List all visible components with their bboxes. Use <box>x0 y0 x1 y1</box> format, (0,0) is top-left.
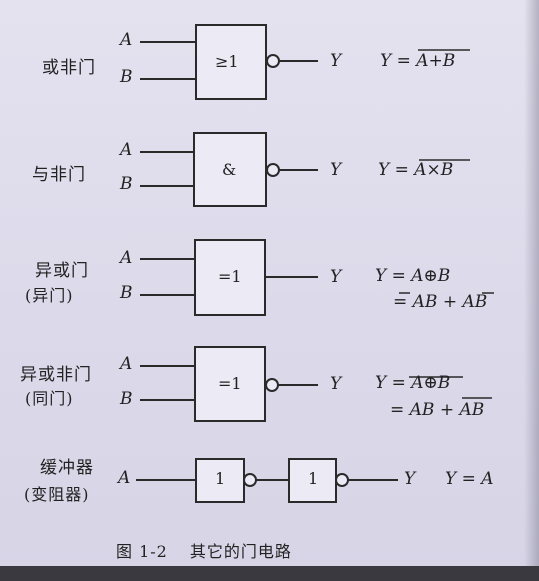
row2-equation: Y = A×B <box>378 160 454 180</box>
row1-gate-name: 或非门 <box>42 58 96 78</box>
row1-gate-symbol: ≥1 <box>215 52 239 71</box>
row5-gate2-symbol: 1 <box>308 469 319 488</box>
row5-gate1-symbol: 1 <box>215 469 226 488</box>
row4-gate-alias: (同门) <box>25 389 74 408</box>
row5-gate-name: 缓冲器 <box>40 458 94 478</box>
row3-input-b: B <box>120 283 133 303</box>
row2-input-a: A <box>120 140 133 160</box>
row3-gate-name: 异或门 <box>35 261 89 281</box>
row5-input-a: A <box>118 468 131 488</box>
figure-number: 图 1-2 <box>116 542 168 561</box>
row2-output: Y <box>330 160 342 180</box>
row5-output: Y <box>404 469 416 489</box>
row4-equation-expanded: = AB + AB <box>390 400 485 420</box>
row3-equation-expanded: = AB + AB <box>393 292 488 312</box>
row2-gate-symbol: & <box>222 160 237 179</box>
row4-output: Y <box>330 374 342 394</box>
figure-caption: 图 1-2 其它的门电路 <box>116 538 314 562</box>
row3-gate-alias: (异门) <box>25 286 74 305</box>
row4-gate-symbol: =1 <box>218 374 242 393</box>
row1-input-a: A <box>120 30 133 50</box>
row1-input-b: B <box>120 67 133 87</box>
row4-gate-name: 异或非门 <box>20 365 92 385</box>
row1-output: Y <box>330 51 342 71</box>
row2-input-b: B <box>120 174 133 194</box>
row3-output: Y <box>330 267 342 287</box>
row3-equation: Y = A⊕B <box>375 266 451 286</box>
row4-input-a: A <box>120 354 133 374</box>
row3-gate-symbol: =1 <box>218 267 242 286</box>
row5-gate-alias: (变阻器) <box>24 485 90 504</box>
figure-title: 其它的门电路 <box>189 542 292 561</box>
buffer-gate <box>136 458 398 503</box>
row3-input-a: A <box>120 248 133 268</box>
row4-equation: Y = A⊕B <box>375 373 451 393</box>
row1-equation: Y = A+B <box>380 51 456 71</box>
row4-input-b: B <box>120 389 133 409</box>
row2-gate-name: 与非门 <box>32 165 86 185</box>
row5-equation: Y = A <box>445 469 494 489</box>
